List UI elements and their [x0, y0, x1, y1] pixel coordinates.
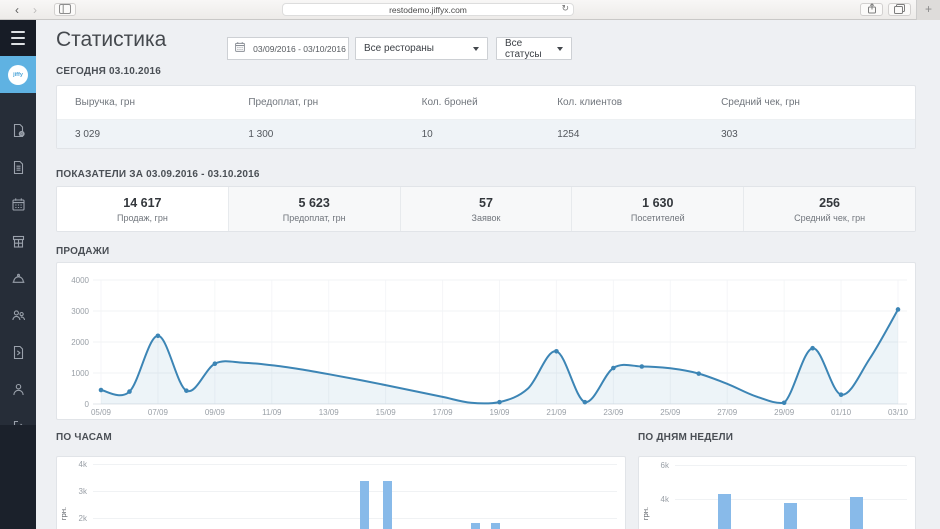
stat-card-avg-check[interactable]: 256 Средний чек, грн — [743, 187, 915, 231]
indicator-cards: 14 617 Продаж, грн 5 623 Предоплат, грн … — [56, 186, 916, 232]
svg-text:2000: 2000 — [71, 338, 89, 347]
svg-text:1000: 1000 — [71, 369, 89, 378]
svg-text:19/09: 19/09 — [489, 408, 510, 417]
svg-text:3000: 3000 — [71, 307, 89, 316]
new-tab-button[interactable]: + — [916, 0, 940, 20]
sidebar-item-profile[interactable] — [0, 371, 36, 408]
sidebar-item-dishes[interactable] — [0, 260, 36, 297]
week-chart: грн. 6k4k — [638, 456, 916, 529]
sidebar-item-restaurants[interactable] — [0, 223, 36, 260]
svg-text:13/09: 13/09 — [319, 408, 340, 417]
col-header: Выручка, грн — [57, 86, 230, 119]
svg-text:01/10: 01/10 — [831, 408, 852, 417]
cell-bookings: 10 — [404, 120, 540, 149]
status-select-value: Все статусы — [505, 38, 549, 60]
reload-icon[interactable]: ↻ — [561, 4, 569, 14]
sales-chart: 05/09 07/09 09/09 11/09 13/09 15/09 17/09 19/09… — [57, 263, 915, 419]
svg-text:03/10: 03/10 — [888, 408, 909, 417]
calendar-filter-icon — [234, 40, 246, 58]
main-content: Статистика Все рестораны Все статусы СЕГ… — [36, 20, 940, 529]
dish-icon — [11, 271, 26, 286]
svg-text:15/09: 15/09 — [376, 408, 397, 417]
document-icon — [11, 160, 26, 175]
date-range-icon-box[interactable] — [227, 37, 252, 60]
cell-prepaid: 1 300 — [230, 120, 403, 149]
share-icon — [867, 1, 877, 19]
svg-text:09/09: 09/09 — [205, 408, 226, 417]
svg-text:17/09: 17/09 — [433, 408, 454, 417]
status-select[interactable]: Все статусы — [496, 37, 572, 60]
stat-card-prepaid[interactable]: 5 623 Предоплат, грн — [228, 187, 400, 231]
cell-avg-check: 303 — [703, 120, 915, 149]
svg-text:27/09: 27/09 — [717, 408, 738, 417]
cell-revenue: 3 029 — [57, 120, 230, 149]
svg-text:05/09: 05/09 — [91, 408, 112, 417]
week-ylabel: грн. — [641, 507, 650, 520]
hamburger-icon — [11, 29, 25, 47]
user-icon — [11, 382, 26, 397]
page-title: Статистика — [56, 28, 166, 52]
sidebar-filler — [0, 425, 36, 529]
svg-text:0: 0 — [85, 400, 90, 409]
stat-card-sales[interactable]: 14 617 Продаж, грн — [57, 187, 228, 231]
svg-text:21/09: 21/09 — [546, 408, 567, 417]
indicators-section-label: ПОКАЗАТЕЛИ ЗА 03.09.2016 - 03.10.2016 — [56, 169, 260, 180]
today-section-label: СЕГОДНЯ 03.10.2016 — [56, 66, 161, 77]
sidebar-item-invoices[interactable] — [0, 334, 36, 371]
screen: ‹ › restodemo.jiffyx.com ↻ + — [0, 0, 940, 529]
sidebar-item-brand[interactable]: jiffy — [0, 56, 36, 93]
svg-text:4000: 4000 — [71, 276, 89, 285]
calendar-icon — [11, 197, 26, 212]
today-table-row: 3 029 1 300 10 1254 303 — [57, 120, 915, 149]
share-button[interactable] — [860, 3, 883, 16]
restaurant-select[interactable]: Все рестораны — [355, 37, 488, 60]
date-range-input[interactable] — [251, 43, 348, 55]
url-field[interactable]: restodemo.jiffyx.com ↻ — [282, 3, 574, 16]
sidebar-toggle-icon — [59, 1, 71, 19]
sidebar-item-menu[interactable] — [0, 20, 36, 56]
document-gear-icon — [11, 123, 26, 138]
tabs-overview-icon — [894, 1, 905, 19]
col-header: Кол. броней — [404, 86, 540, 119]
chevron-down-icon — [557, 47, 563, 51]
sidebar-toggle-button[interactable] — [54, 3, 76, 16]
sidebar-item-calendar[interactable] — [0, 186, 36, 223]
today-table: Выручка, грн Предоплат, грн Кол. броней … — [56, 85, 916, 149]
hours-section-label: ПО ЧАСАМ — [56, 432, 112, 443]
users-icon — [11, 308, 26, 323]
svg-text:23/09: 23/09 — [603, 408, 624, 417]
storefront-icon — [11, 234, 26, 249]
tabs-overview-button[interactable] — [888, 3, 911, 16]
svg-text:29/09: 29/09 — [774, 408, 795, 417]
sales-section-label: ПРОДАЖИ — [56, 246, 109, 257]
weekdays-section-label: ПО ДНЯМ НЕДЕЛИ — [638, 432, 733, 443]
svg-text:07/09: 07/09 — [148, 408, 169, 417]
back-button[interactable]: ‹ — [15, 2, 19, 18]
restaurant-select-value: Все рестораны — [364, 43, 434, 54]
sidebar: jiffy — [0, 20, 36, 529]
col-header: Кол. клиентов — [539, 86, 703, 119]
document-arrow-icon — [11, 345, 26, 360]
col-header: Предоплат, грн — [230, 86, 403, 119]
date-range-box — [251, 37, 349, 60]
sidebar-item-reports[interactable] — [0, 112, 36, 149]
stat-card-requests[interactable]: 57 Заявок — [400, 187, 572, 231]
svg-text:25/09: 25/09 — [660, 408, 681, 417]
sidebar-item-clients[interactable] — [0, 297, 36, 334]
sales-chart-panel: 05/09 07/09 09/09 11/09 13/09 15/09 17/09 19/09… — [56, 262, 916, 420]
stat-card-visitors[interactable]: 1 630 Посетителей — [571, 187, 743, 231]
today-table-header: Выручка, грн Предоплат, грн Кол. броней … — [57, 86, 915, 120]
col-header: Средний чек, грн — [703, 86, 915, 119]
svg-text:11/09: 11/09 — [262, 408, 282, 417]
browser-chrome: ‹ › restodemo.jiffyx.com ↻ + — [0, 0, 940, 20]
jiffy-logo: jiffy — [8, 65, 28, 85]
url-text: restodemo.jiffyx.com — [389, 5, 467, 15]
forward-button[interactable]: › — [33, 2, 37, 18]
hours-chart: грн. 4k3k2k — [56, 456, 626, 529]
cell-clients: 1254 — [539, 120, 703, 149]
chevron-down-icon — [473, 47, 479, 51]
sidebar-item-documents[interactable] — [0, 149, 36, 186]
